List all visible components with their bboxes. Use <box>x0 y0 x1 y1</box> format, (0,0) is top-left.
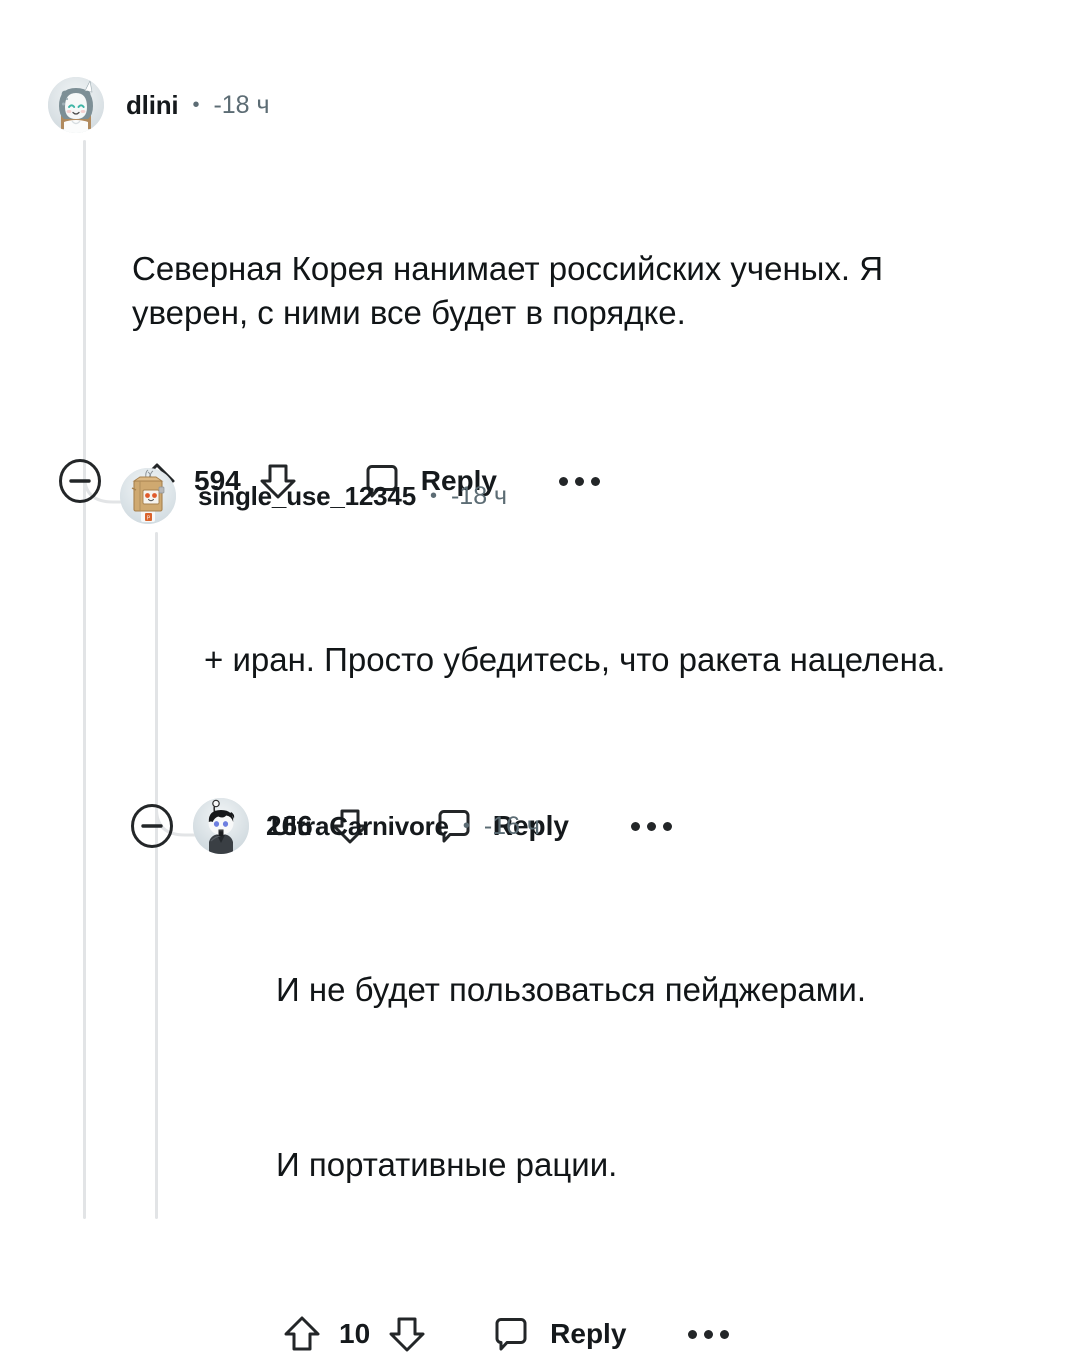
comment-ultracarnivore: UltraCarnivore • -16 ч И не будет пользо… <box>193 798 1053 1361</box>
avatar-ultracarnivore-snoo[interactable] <box>193 798 249 854</box>
downvote-arrow-icon[interactable] <box>386 1307 428 1361</box>
meta-separator: • <box>192 94 200 116</box>
collapse-minus-circle-icon[interactable] <box>58 454 102 508</box>
comment-action-bar: 10 Reply <box>281 1307 1053 1361</box>
comment-timestamp: -18 ч <box>213 90 270 119</box>
comment-body: И не будет пользоваться пейджерами. И по… <box>276 880 976 1275</box>
comment-body: Северная Корея нанимает российских учены… <box>132 159 932 422</box>
more-options-icon[interactable] <box>688 1307 730 1361</box>
meta-separator: • <box>462 815 470 837</box>
avatar-dlini-unicorn-hood[interactable] <box>48 77 104 133</box>
comment-paragraph: И не будет пользоваться пейджерами. <box>276 970 867 1008</box>
meta-separator: • <box>429 485 437 507</box>
comment-paragraph: Северная Корея нанимает российских учены… <box>132 249 893 331</box>
vote-count: 10 <box>339 1318 371 1349</box>
comment-body: + иран. Просто убедитесь, что ракета нац… <box>204 550 994 769</box>
comment-header: dlini • -18 ч <box>48 77 1048 133</box>
reply-button[interactable]: Reply <box>490 1307 626 1361</box>
comment-paragraph: И портативные рации. <box>276 1146 618 1184</box>
reply-label: Reply <box>550 1318 627 1349</box>
comment-author-username[interactable]: UltraCarnivore <box>271 811 449 842</box>
comment-dlini: dlini • -18 ч Северная Корея нанимает ро… <box>48 77 1048 508</box>
comment-thread: dlini • -18 ч Северная Корея нанимает ро… <box>0 0 1080 1352</box>
comment-timestamp: -18 ч <box>450 481 508 510</box>
collapse-minus-circle-icon[interactable] <box>130 799 174 853</box>
avatar-single-use-12345-cardboard-robot[interactable]: P <box>120 468 176 524</box>
comment-timestamp: -16 ч <box>483 811 540 840</box>
comment-author-username[interactable]: single_use_12345 <box>198 481 416 512</box>
vote-group: 10 <box>281 1307 428 1361</box>
comment-header: P single_use_12345 • -18 ч <box>120 468 1050 524</box>
comment-bubble-icon <box>490 1313 532 1355</box>
comment-single-use-12345: P single_use_12345 • -18 ч + иран. Прост… <box>120 468 1050 853</box>
upvote-arrow-icon[interactable] <box>281 1307 323 1361</box>
comment-paragraph: + иран. Просто убедитесь, что ракета нац… <box>204 640 946 678</box>
comment-header: UltraCarnivore • -16 ч <box>193 798 1053 854</box>
comment-author-username[interactable]: dlini <box>126 90 179 121</box>
